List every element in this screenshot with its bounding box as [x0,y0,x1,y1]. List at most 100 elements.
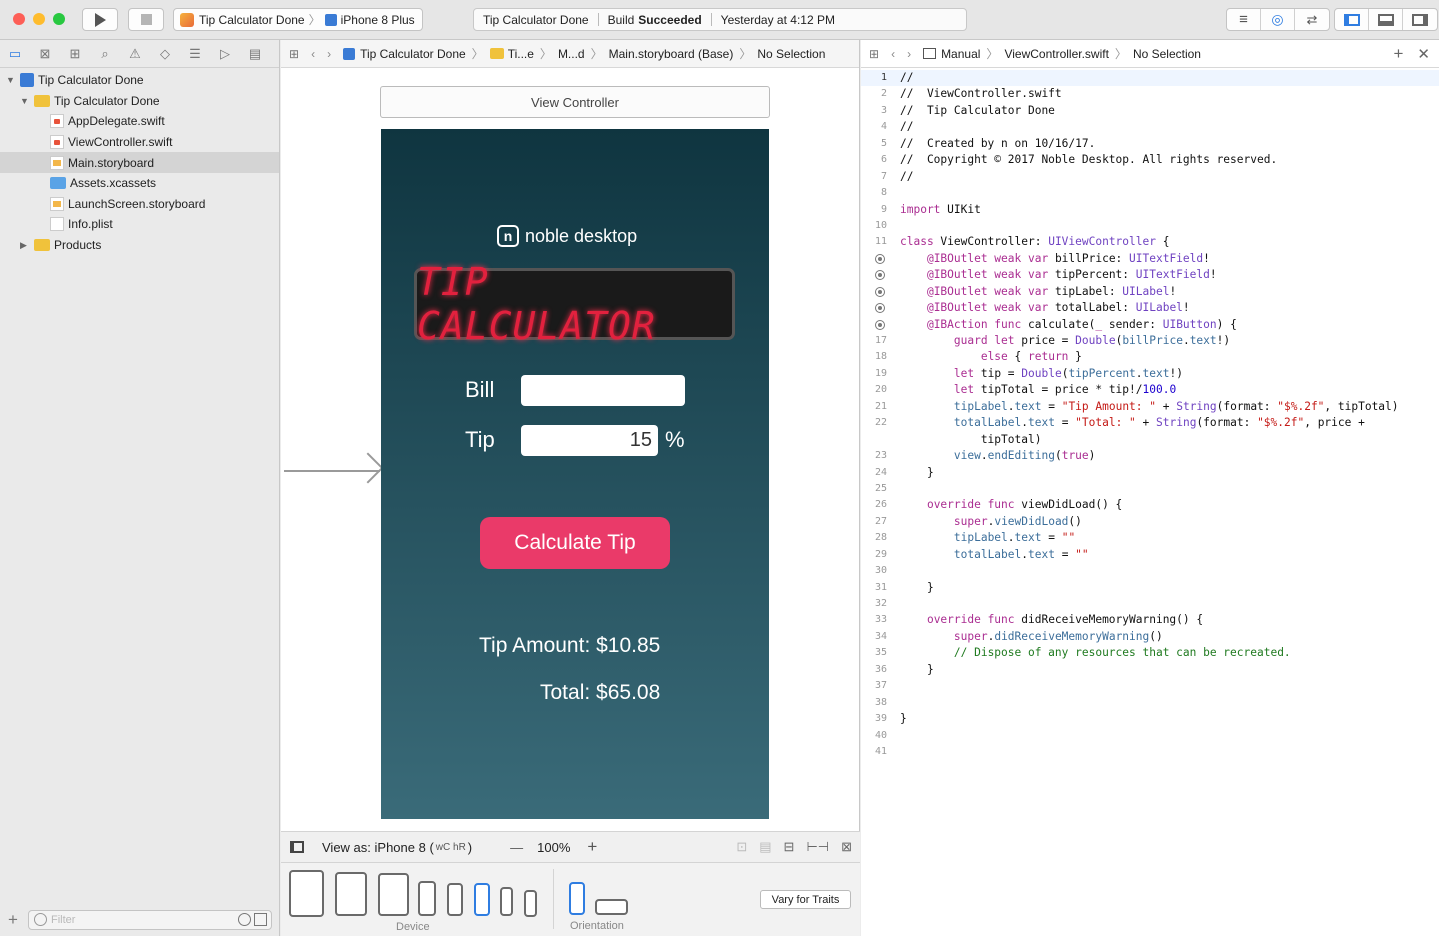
folder-icon [34,94,50,107]
document-outline-toggle-icon[interactable] [290,841,304,853]
swift-file-icon [50,135,64,150]
tree-item-infoplist[interactable]: Info.plist [0,214,279,235]
app-icon [180,12,194,27]
bill-text-field[interactable] [521,375,685,406]
view-as-close: ) [467,839,473,855]
filter-icon [34,913,47,926]
test-icon[interactable]: ◇ [157,46,173,62]
related-items-icon[interactable]: ⊞ [289,47,299,61]
orientation-landscape-icon[interactable] [595,899,628,915]
action-connection-icon[interactable] [875,319,885,330]
assistant-code-editor: ⊞ ‹ › Manual 〉 ViewController.swift 〉 No… [861,40,1439,936]
related-items-icon[interactable]: ⊞ [869,47,879,61]
tree-item-main-storyboard[interactable]: Main.storyboard [0,152,279,173]
zoom-out-icon[interactable]: — [510,840,523,855]
stop-button[interactable] [128,8,164,31]
view-as-label[interactable]: View as: iPhone 8 ( [322,840,434,855]
tree-item-group[interactable]: ▼ Tip Calculator Done [0,91,279,112]
symbol-icon[interactable]: ⊞ [67,46,83,62]
tip-label: Tip [465,427,495,452]
device-ipad-pro-10-icon[interactable] [335,872,367,916]
jump-item-file[interactable]: M...d [558,47,585,61]
source-control-icon[interactable]: ⊠ [37,46,53,62]
view-as-traits: wC hR [435,841,466,853]
debug-area-toggle-icon[interactable] [1369,9,1403,30]
update-frames-icon[interactable]: ⊡ [736,839,747,855]
version-editor-icon[interactable]: ⇄ [1295,9,1329,30]
jump-item-group[interactable]: Ti...e [508,47,534,61]
device-iphone-8-plus-icon[interactable] [418,881,436,916]
recent-files-icon[interactable] [238,913,251,926]
tree-item-viewcontroller[interactable]: ViewController.swift [0,132,279,153]
tree-item-appdelegate[interactable]: AppDelegate.swift [0,111,279,132]
minimize-window-button[interactable] [33,13,45,25]
issue-icon[interactable]: ⚠ [127,46,143,62]
jump-item-manual[interactable]: Manual [941,47,980,61]
view-controller-scene[interactable]: n noble desktop TIP CALCULATOR Bill Tip … [381,129,769,819]
forward-icon[interactable]: › [907,47,911,61]
device-iphone-8-icon[interactable] [474,883,490,916]
disclosure-closed-icon[interactable]: ▶ [20,240,27,251]
toolbar: Tip Calculator Done 〉 iPhone 8 Plus Tip … [0,0,1439,40]
device-ipad-icon[interactable] [378,873,409,916]
zoom-window-button[interactable] [53,13,65,25]
filter-input[interactable]: Filter [28,910,272,930]
utilities-toggle-icon[interactable] [1403,9,1437,30]
device-iphone-x-icon[interactable] [447,883,463,916]
vary-for-traits-label: Vary for Traits [771,893,840,906]
resolve-issues-icon[interactable]: ⊠ [841,839,852,855]
report-icon[interactable]: ▤ [247,46,263,62]
assets-folder-icon [50,177,66,190]
debug-icon[interactable]: ☰ [187,46,203,62]
standard-editor-icon[interactable]: ≡ [1227,9,1261,30]
storyboard-file-icon [50,155,64,170]
folder-icon[interactable]: ▭ [7,46,23,62]
scene-title: View Controller [531,94,619,110]
jump-item-project[interactable]: Tip Calculator Done [360,47,466,61]
orientation-portrait-icon[interactable] [569,882,585,915]
disclosure-open-icon[interactable]: ▼ [6,75,15,85]
back-icon[interactable]: ‹ [311,47,315,61]
zoom-in-icon[interactable]: + [587,837,597,857]
source-code[interactable]: 1// 2// ViewController.swift 3// Tip Cal… [861,70,1439,760]
scene-title-bar[interactable]: View Controller [380,86,770,118]
navigator-toggle-icon[interactable] [1335,9,1369,30]
align-icon[interactable]: ⊟ [784,839,795,855]
close-editor-icon[interactable]: ✕ [1417,45,1430,63]
build-status: Succeeded [638,12,702,27]
bill-label: Bill [465,377,495,402]
outlet-connection-icon[interactable] [875,253,885,264]
jump-item-file[interactable]: ViewController.swift [1004,47,1108,61]
add-editor-icon[interactable]: + [1393,44,1403,64]
device-iphone-se-icon[interactable] [500,887,513,916]
tree-item-launchscreen[interactable]: LaunchScreen.storyboard [0,194,279,215]
jump-item-selection[interactable]: No Selection [1133,47,1201,61]
add-icon[interactable]: + [8,910,18,930]
forward-icon[interactable]: › [327,47,331,61]
jump-item-storyboard[interactable]: Main.storyboard (Base) [609,47,734,61]
find-icon[interactable]: ⌕ [97,46,113,62]
calculate-tip-button[interactable]: Calculate Tip [480,517,670,569]
tree-item-assets[interactable]: Assets.xcassets [0,173,279,194]
close-window-button[interactable] [13,13,25,25]
outlet-connection-icon[interactable] [875,286,885,297]
breakpoint-icon[interactable]: ▷ [217,46,233,62]
tree-item-products[interactable]: ▶ Products [0,235,279,256]
back-icon[interactable]: ‹ [891,47,895,61]
assistant-editor-icon[interactable]: ◎ [1261,9,1295,30]
vary-for-traits-button[interactable]: Vary for Traits [760,890,851,909]
tree-item-project[interactable]: ▼ Tip Calculator Done [0,70,279,91]
add-constraints-icon[interactable]: ⊢⊣ [806,839,829,855]
interface-builder-canvas: ⊞ ‹ › Tip Calculator Done 〉 Ti...e 〉 M..… [281,40,860,936]
jump-item-selection[interactable]: No Selection [757,47,825,61]
device-iphone-4s-icon[interactable] [524,890,537,917]
tree-item-label: Info.plist [68,217,113,232]
device-ipad-pro-12-icon[interactable] [289,870,324,917]
disclosure-open-icon[interactable]: ▼ [20,96,29,106]
run-button[interactable] [82,8,118,31]
scheme-selector[interactable]: Tip Calculator Done 〉 iPhone 8 Plus [173,8,423,31]
scm-filter-icon[interactable] [254,913,267,926]
tree-item-label: LaunchScreen.storyboard [68,196,206,211]
embed-in-stack-icon[interactable]: ▤ [759,839,771,855]
tip-percent-field[interactable]: 15 [521,425,658,456]
